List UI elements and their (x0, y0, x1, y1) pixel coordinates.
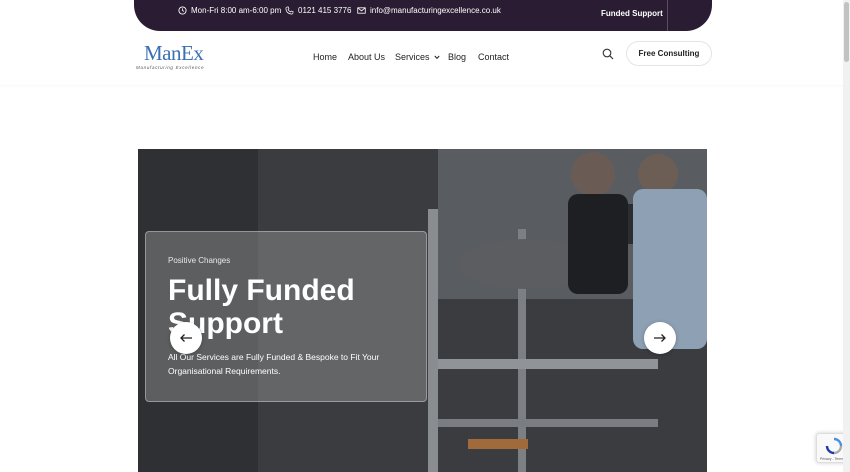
hero-description: All Our Services are Fully Funded & Besp… (168, 352, 380, 376)
logo-tagline: Manufacturing Excellence (136, 65, 205, 70)
recaptcha-icon (825, 437, 843, 455)
recaptcha-links[interactable]: Privacy - Terms (820, 457, 844, 461)
phone-text: 0121 415 3776 (298, 5, 352, 15)
logo-brand: ManEx (144, 41, 204, 65)
slider-next-button[interactable] (644, 322, 676, 354)
funded-support-link[interactable]: Funded Support (601, 9, 663, 18)
arrow-left-icon (180, 334, 192, 342)
mail-icon (357, 6, 366, 14)
clock-icon (178, 5, 187, 15)
search-icon[interactable] (602, 48, 614, 60)
chevron-down-icon (434, 55, 440, 60)
nav-services[interactable]: Services (395, 52, 440, 62)
nav-about-us[interactable]: About Us (348, 52, 385, 62)
nav-services-label: Services (395, 52, 430, 62)
slider-prev-button[interactable] (170, 322, 202, 354)
hero-eyebrow: Positive Changes (168, 256, 231, 265)
nav-contact[interactable]: Contact (478, 52, 509, 62)
scrollbar-thumb[interactable] (844, 2, 849, 62)
nav-home[interactable]: Home (313, 52, 337, 62)
email-link[interactable]: info@manufacturingexcellence.co.uk (357, 5, 501, 15)
hero-title: Fully Funded Support (168, 274, 355, 340)
page-scrollbar[interactable] (843, 0, 850, 472)
hours-info: Mon-Fri 8:00 am-6:00 pm (178, 5, 281, 15)
hero-slider: Positive Changes Fully Funded Support Al… (138, 149, 707, 472)
topbar-divider (667, 0, 668, 31)
site-logo[interactable]: ManEx Manufacturing Excellence (136, 41, 218, 70)
top-contact-bar: Mon-Fri 8:00 am-6:00 pm 0121 415 3776 in… (134, 0, 712, 31)
arrow-right-icon (654, 334, 666, 342)
site-header: ManEx Manufacturing Excellence Home Abou… (0, 31, 850, 85)
hours-text: Mon-Fri 8:00 am-6:00 pm (191, 5, 282, 15)
phone-icon (285, 6, 294, 14)
free-consulting-button[interactable]: Free Consulting (626, 41, 712, 66)
hero-card: Positive Changes Fully Funded Support Al… (145, 231, 427, 402)
nav-blog[interactable]: Blog (448, 52, 466, 62)
email-text: info@manufacturingexcellence.co.uk (370, 5, 501, 15)
phone-link[interactable]: 0121 415 3776 (285, 5, 351, 15)
